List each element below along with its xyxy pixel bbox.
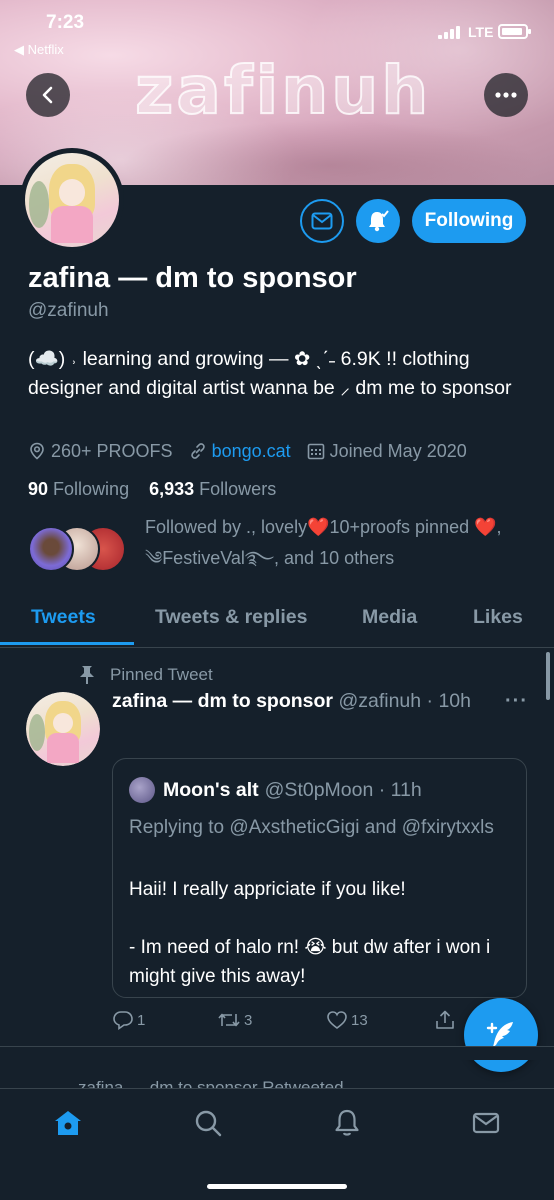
calendar-icon [307,443,324,460]
status-bar: 7:23 ◀ Netflix LTE [0,0,554,60]
signal-icon [438,26,464,39]
bell-icon [369,210,389,232]
back-to-app-link[interactable]: ◀ Netflix [14,42,64,58]
reply-button[interactable]: 1 [112,1010,145,1030]
like-count: 13 [351,1011,368,1029]
message-button[interactable] [300,199,344,243]
quoted-tweet[interactable]: Moon's alt @St0pMoon · 11h Replying to @… [112,758,527,998]
pinned-text: Pinned Tweet [110,665,213,684]
reply-count: 1 [137,1011,146,1029]
tweet-more-icon[interactable]: ··· [505,690,528,713]
followed-by-text: Followed by ., lovely❤️10+proofs pinned … [145,517,502,568]
share-icon [436,1010,454,1029]
joined-text: Joined May 2020 [329,440,467,461]
heart-icon [327,1011,347,1030]
scrollbar[interactable] [546,652,550,700]
status-time: 7:23 [46,12,85,33]
followers-count-link[interactable]: 6,933 Followers [149,479,276,499]
location-pin-icon [30,442,44,460]
link-icon [190,443,205,459]
search-icon [195,1110,222,1137]
tab-media[interactable]: Media [362,606,417,629]
tweet-author-avatar[interactable] [26,692,100,766]
network-label: LTE [468,24,494,40]
retweet-count: 3 [244,1011,253,1029]
tweet-header[interactable]: zafina — dm to sponsor @zafinuh · 10h [112,690,471,713]
profile-tabs: Tweets Tweets & replies Media Likes [0,596,554,648]
home-indicator[interactable] [207,1184,347,1189]
tweet-actions: 1 3 13 [112,1010,454,1034]
battery-icon [498,24,531,39]
notifications-toggle-button[interactable] [356,199,400,243]
tweet-author-name: zafina — dm to sponsor [112,690,334,712]
location-item: 260+ PROOFS [28,441,173,462]
profile-bio: (☁️) ˒ learning and growing — ✿ ˎˊ˗ 6.9K… [28,348,512,399]
following-button[interactable]: Following [412,199,526,243]
followers-you-know-avatars [28,526,128,572]
following-count: 90 [28,479,49,499]
quoted-line-1: Haii! I really appriciate if you like! [129,879,406,900]
avatar [129,777,155,803]
website-item[interactable]: bongo.cat [189,441,291,462]
followed-by-section[interactable]: Followed by ., lovely❤️10+proofs pinned … [28,512,528,576]
website-link[interactable]: bongo.cat [212,441,291,462]
replying-to-text: Replying to @AxstheticGigi and @fxirytxx… [129,817,494,838]
profile-meta: 260+ PROOFS bongo.cat Joined May 2020 [28,440,483,462]
tab-likes[interactable]: Likes [473,606,523,629]
compose-tweet-button[interactable] [464,998,538,1072]
follow-counts: 90 Following 6,933 Followers [28,479,276,500]
pin-icon [80,666,94,684]
tweet-author-meta: @zafinuh · 10h [338,690,471,712]
messages-icon [472,1112,500,1134]
location-text: 260+ PROOFS [51,440,173,461]
following-label: Following [53,479,130,499]
quoted-author-meta: @St0pMoon · 11h [264,778,422,801]
nav-search[interactable] [192,1107,224,1139]
more-icon [495,92,517,98]
next-tweet-peek: zafina — dm to sponsor Retweeted [78,1078,344,1088]
reply-icon [113,1011,133,1030]
tweet-divider [0,1046,554,1060]
retweet-icon [218,1013,240,1027]
banner-text: zafinuh [134,51,432,130]
more-button[interactable] [484,73,528,117]
like-button[interactable]: 13 [326,1010,368,1030]
tab-tweets-replies[interactable]: Tweets & replies [155,606,307,629]
pinned-tweet-label: Pinned Tweet [78,665,213,685]
nav-notifications[interactable] [331,1107,363,1139]
mail-icon [311,212,333,230]
followers-label: Followers [199,479,277,499]
avatar [28,526,74,572]
share-button[interactable] [434,1010,459,1030]
nav-messages[interactable] [470,1107,502,1139]
quoted-tweet-header: Moon's alt @St0pMoon · 11h [129,777,422,803]
profile-avatar[interactable] [20,148,124,252]
following-count-link[interactable]: 90 Following [28,479,129,499]
joined-item: Joined May 2020 [307,441,467,462]
chevron-left-icon [42,86,53,104]
tab-tweets[interactable]: Tweets [31,606,96,629]
home-icon [55,1111,81,1135]
quoted-author-name: Moon's alt [163,778,259,801]
profile-name: zafina — dm to sponsor [28,262,357,294]
retweet-button[interactable]: 3 [217,1010,252,1030]
profile-handle: @zafinuh [28,300,109,321]
notifications-icon [335,1109,359,1136]
active-tab-indicator [0,642,134,645]
followers-count: 6,933 [149,479,195,499]
quoted-tweet-body: Haii! I really appriciate if you like! -… [129,875,514,991]
nav-home[interactable] [52,1107,84,1139]
back-button[interactable] [26,73,70,117]
quoted-line-2: - Im need of halo rn! 😭 but dw after i w… [129,937,491,987]
